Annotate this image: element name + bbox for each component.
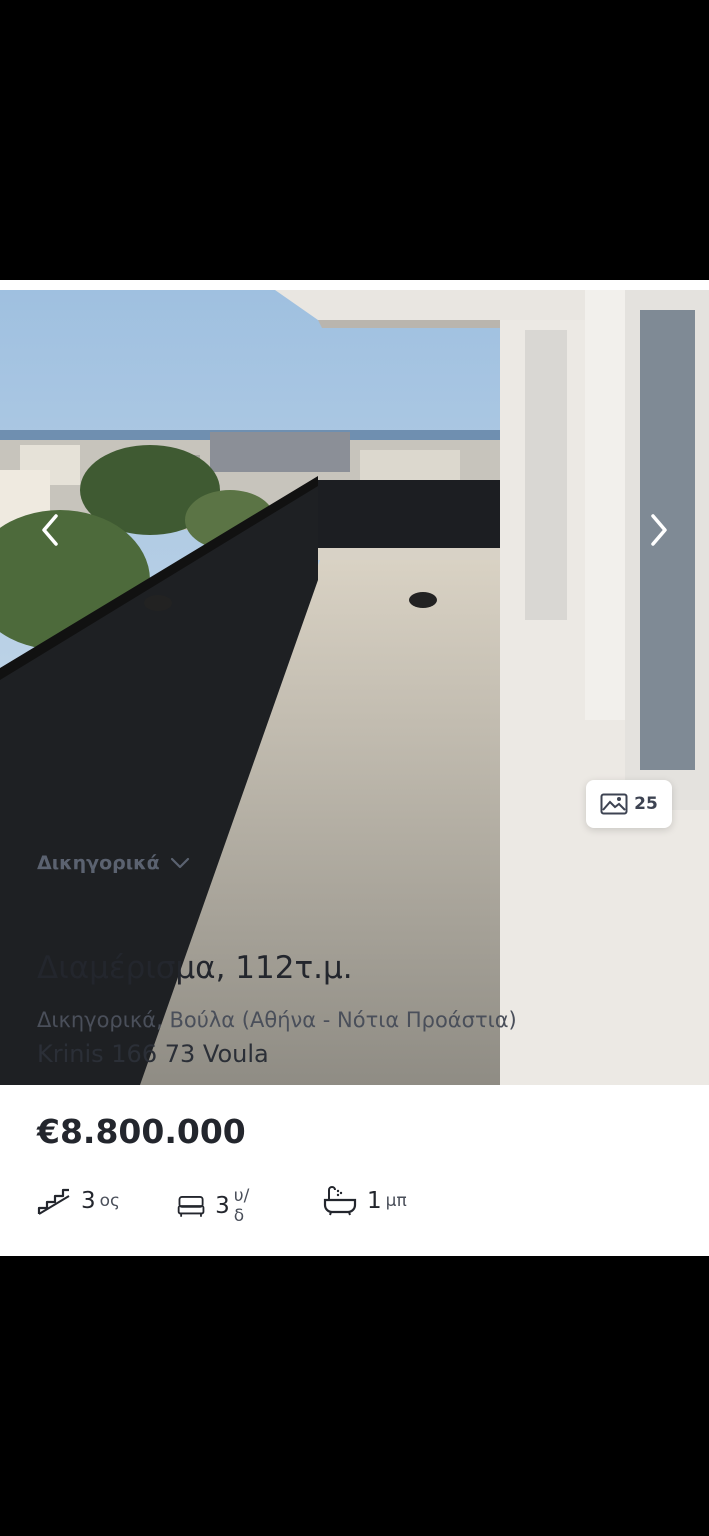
- listing-card[interactable]: 25 Δικηγορικά Διαμέρισμα, 112τ.μ. Δικηγο…: [0, 280, 709, 1256]
- feature-floor: 3 ος: [37, 1186, 120, 1216]
- bedrooms-unit: υ/δ: [233, 1186, 250, 1226]
- area-dropdown-label: Δικηγορικά: [37, 852, 160, 874]
- image-icon: [600, 793, 628, 815]
- bathtub-icon: [323, 1186, 357, 1216]
- floor-unit: ος: [99, 1191, 121, 1211]
- feature-bedrooms: 3 υ/δ: [177, 1186, 255, 1226]
- photo-count-badge[interactable]: 25: [586, 780, 672, 828]
- prev-photo-button[interactable]: [26, 506, 74, 554]
- listing-title: Διαμέρισμα, 112τ.μ.: [37, 950, 353, 986]
- area-dropdown[interactable]: Δικηγορικά: [37, 852, 190, 874]
- listing-location: Δικηγορικά, Βούλα (Αθήνα - Νότια Προάστι…: [37, 1008, 517, 1032]
- listing-price: €8.800.000: [37, 1112, 246, 1151]
- bed-icon: [177, 1195, 205, 1217]
- stairs-icon: [37, 1188, 70, 1215]
- listing-address: Krinis 166 73 Voula: [37, 1040, 269, 1068]
- chevron-left-icon: [42, 514, 58, 546]
- next-photo-button[interactable]: [635, 506, 683, 554]
- bathrooms-unit: μπ: [385, 1191, 407, 1211]
- feature-bathrooms: 1 μπ: [323, 1186, 407, 1216]
- chevron-right-icon: [651, 514, 667, 546]
- chevron-down-icon: [170, 857, 189, 869]
- floor-number: 3: [81, 1188, 96, 1214]
- bathrooms-number: 1: [367, 1188, 382, 1214]
- bedrooms-number: 3: [215, 1193, 230, 1219]
- photo-count-label: 25: [634, 794, 658, 814]
